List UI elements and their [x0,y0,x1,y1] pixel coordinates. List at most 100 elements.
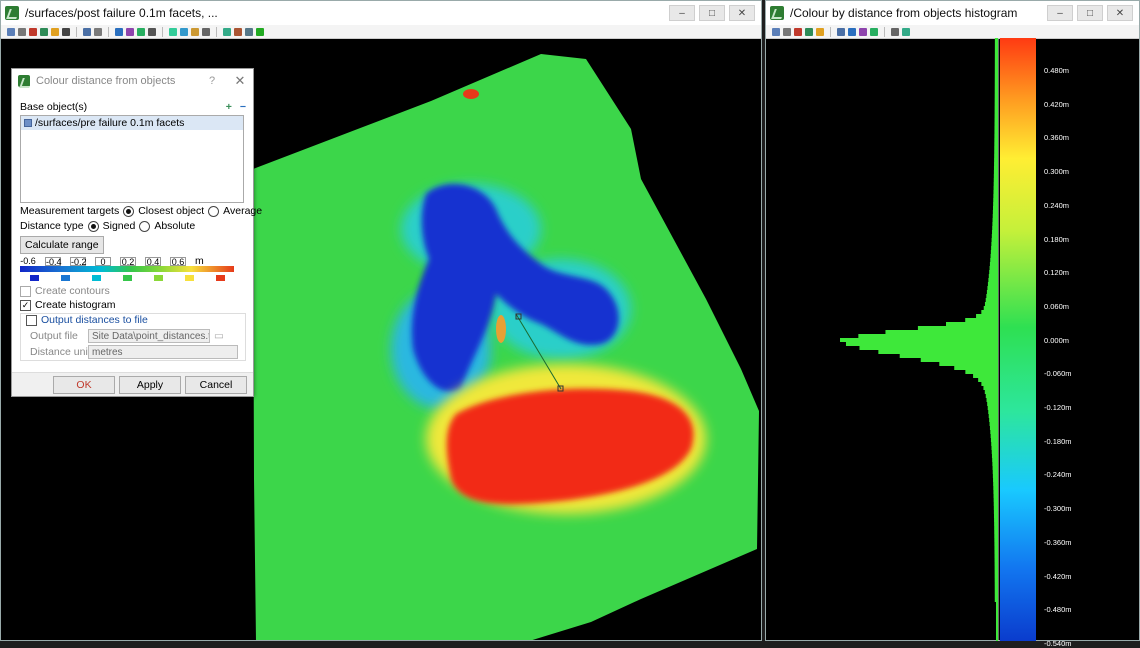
histogram-bar [992,230,998,234]
histogram-bar [991,446,998,450]
output-file-field[interactable]: Site Data\point_distances.txt [88,329,210,343]
scale-value[interactable]: -0.2 [70,256,87,266]
remove-icon[interactable]: − [240,101,246,113]
scale-value[interactable]: -0.6 [20,256,36,266]
view-icon[interactable] [805,27,813,36]
settings-icon[interactable] [891,27,899,36]
rotate-icon[interactable] [115,27,123,36]
scale-value[interactable]: 0.4 [145,256,161,266]
histogram-bar [994,134,998,138]
distance-unit-select[interactable]: metres [88,345,238,359]
copy-icon[interactable] [772,27,780,36]
histogram-bar [993,514,998,518]
histogram-bar [994,550,998,554]
maximize-button[interactable]: □ [699,5,725,21]
histogram-bar [993,478,998,482]
rotate-icon[interactable] [848,27,856,36]
measure-icon[interactable] [148,27,156,36]
average-radio[interactable] [208,205,220,217]
zoom-icon[interactable] [83,27,91,36]
export-icon[interactable] [29,27,37,36]
folder-icon[interactable]: ▭ [214,330,224,342]
copy-icon[interactable] [7,27,15,36]
light-icon[interactable] [126,27,134,36]
dialog-title: Colour distance from objects [36,75,176,87]
histogram-bar [994,146,998,150]
left-window-titlebar[interactable]: /surfaces/post failure 0.1m facets, ... … [1,1,761,25]
closest-object-label: Closest object [138,205,205,217]
dropdown-icon[interactable] [783,27,791,36]
minimize-button[interactable]: – [1047,5,1073,21]
camera-icon[interactable] [245,27,253,36]
colour-swatch[interactable] [92,275,101,281]
zoom-icon[interactable] [837,27,845,36]
cancel-button[interactable]: Cancel [185,375,247,394]
section-icon[interactable] [180,27,188,36]
colour-swatch[interactable] [123,275,132,281]
histogram-bar [994,538,998,542]
closest-object-radio[interactable] [123,205,135,217]
close-icon[interactable]: ✕ [227,73,253,89]
dialog-titlebar[interactable]: Colour distance from objects ? ✕ [12,69,253,93]
pan-icon[interactable] [51,27,59,36]
histogram-bar [986,294,998,298]
3d-viewport[interactable]: Colour distance from objects ? ✕ Base ob… [1,39,761,640]
base-objects-list[interactable]: /surfaces/pre failure 0.1m facets [20,115,244,203]
app-logo-icon [770,6,784,20]
colour-swatch[interactable] [154,275,163,281]
create-histogram-checkbox[interactable]: ✓ [20,299,31,311]
light-icon[interactable] [859,27,867,36]
histogram-bar [994,118,998,122]
close-button[interactable]: ✕ [1107,5,1133,21]
apply-button[interactable]: Apply [119,375,181,394]
scale-value[interactable]: 0 [95,256,111,266]
dropdown-icon[interactable] [18,27,26,36]
minimize-button[interactable]: – [669,5,695,21]
export-icon[interactable] [794,27,802,36]
colour-swatch[interactable] [30,275,39,281]
filter-icon[interactable] [902,27,910,36]
toolbar-separator [76,26,77,37]
close-button[interactable]: ✕ [729,5,755,21]
histogram-bar [984,302,998,306]
grid-icon[interactable] [870,27,878,36]
view-icon[interactable] [40,27,48,36]
add-icon[interactable]: + [226,101,232,113]
scale-value[interactable]: -0.4 [45,256,62,266]
right-window-titlebar[interactable]: /Colour by distance from objects histogr… [766,1,1139,25]
help-icon[interactable]: ? [197,75,227,87]
histogram-bar [994,582,998,586]
histogram-bar [994,74,998,78]
output-distances-checkbox[interactable] [26,314,37,326]
list-item[interactable]: /surfaces/pre failure 0.1m facets [21,116,243,130]
absolute-radio[interactable] [139,220,151,232]
pan-icon[interactable] [816,27,824,36]
colour-swatch[interactable] [61,275,70,281]
ok-button[interactable]: OK [53,375,115,394]
create-contours-checkbox[interactable] [20,285,31,297]
histogram-bar [986,398,998,402]
histogram-bar [994,590,998,594]
annotate-icon[interactable] [191,27,199,36]
colour-swatch[interactable] [185,275,194,281]
refresh-icon[interactable] [256,27,264,36]
clip-icon[interactable] [234,27,242,36]
histogram-bar [988,414,998,418]
layer-icon[interactable] [169,27,177,36]
colour-swatches [30,275,225,281]
scale-value[interactable]: 0.6 [170,256,186,266]
grid-icon[interactable] [137,27,145,36]
pointer-icon[interactable] [62,27,70,36]
colour-swatch[interactable] [216,275,225,281]
fit-icon[interactable] [94,27,102,36]
signed-radio[interactable] [87,220,99,232]
filter-icon[interactable] [223,27,231,36]
settings-icon[interactable] [202,27,210,36]
distance-histogram [840,38,1036,641]
scale-value[interactable]: 0.2 [120,256,136,266]
calculate-range-button[interactable]: Calculate range [20,236,104,254]
histogram-bar [990,434,998,438]
maximize-button[interactable]: □ [1077,5,1103,21]
histogram-bar [993,194,998,198]
toolbar-separator [162,26,163,37]
